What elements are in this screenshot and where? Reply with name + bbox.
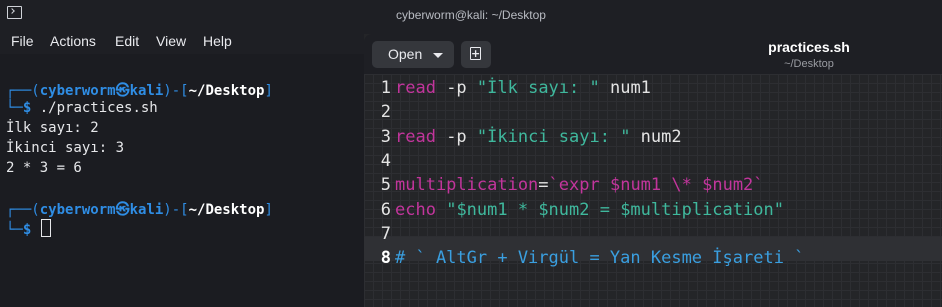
prompt-host: kali (129, 83, 164, 99)
code-token: -p (435, 126, 477, 147)
menu-edit[interactable]: Edit (115, 33, 139, 49)
new-document-button[interactable]: + (461, 41, 491, 68)
prompt-host: kali (129, 202, 164, 218)
prompt-mid: )-[ (163, 202, 189, 218)
menu-help[interactable]: Help (203, 33, 232, 49)
open-button[interactable]: Open (372, 41, 454, 68)
code-token: \* (661, 175, 703, 196)
code-token: multiplication (395, 175, 539, 196)
terminal-pane[interactable]: ┌──(cyberworm㉿kali)-[~/Desktop] └─$ ./pr… (0, 54, 364, 307)
code-token: $num1 (609, 175, 662, 196)
code-editor[interactable]: 1 read -p "İlk sayı: " num1 2 3 read -p "İki… (364, 74, 942, 307)
line-number: 1 (380, 78, 391, 98)
code-token: "İkinci sayı: " (476, 126, 631, 147)
output-line: 2 * 3 = 6 (6, 160, 82, 176)
line-number: 4 (380, 150, 391, 171)
code-token: read (395, 78, 436, 98)
prompt-box-close: ] (264, 202, 273, 218)
code-line: echo "$num1 * $num2 = $multiplication" (395, 200, 784, 220)
output-line: İlk sayı: 2 (6, 120, 99, 136)
editor-header: Open + practices.sh ~/Desktop (364, 34, 942, 74)
prompt-line: ┌──(cyberworm㉿kali)-[~/Desktop] (6, 80, 273, 100)
line-number: 7 (380, 223, 391, 244)
file-path: ~/Desktop (784, 58, 834, 70)
prompt-arrow: └─ (6, 100, 23, 116)
code-token: ` (753, 175, 764, 196)
chevron-down-icon (433, 53, 443, 58)
window-title: cyberworm@kali: ~/Desktop (396, 8, 546, 22)
command-line: └─$ ./practices.sh (6, 100, 158, 116)
prompt-box-open: ┌──( (6, 83, 40, 99)
title-bar: cyberworm@kali: ~/Desktop (0, 0, 942, 30)
menu-actions[interactable]: Actions (50, 33, 96, 49)
text-editor-window: Open + practices.sh ~/Desktop 1 read -p "… (364, 34, 942, 307)
command-text: ./practices.sh (31, 100, 158, 116)
code-line: read -p "İlk sayı: " num1 (395, 78, 651, 98)
line-number: 8 (380, 248, 391, 269)
output-line: İkinci sayı: 3 (6, 140, 125, 156)
code-token: "İlk sayı: " (476, 78, 600, 98)
menu-view[interactable]: View (156, 33, 186, 49)
file-title: practices.sh (768, 39, 850, 55)
code-token: num2 (630, 126, 682, 147)
prompt-dir: ~/Desktop (188, 83, 265, 99)
prompt-dir: ~/Desktop (188, 202, 265, 218)
prompt-user: cyberworm (39, 83, 116, 99)
line-number: 2 (380, 102, 391, 123)
code-token: = (538, 175, 549, 196)
code-token: -p (435, 78, 477, 98)
prompt-user: cyberworm (39, 202, 116, 218)
prompt-dollar: $ (22, 222, 32, 238)
open-button-label: Open (388, 46, 423, 62)
line-number: 3 (380, 126, 391, 147)
prompt-box-open: ┌──( (6, 202, 40, 218)
skull-icon: ㉿ (115, 202, 130, 218)
code-token: num1 (599, 78, 651, 98)
line-number: 5 (380, 175, 391, 196)
code-token: $num2 (702, 175, 754, 196)
line-number: 6 (380, 199, 391, 220)
code-token: `expr (548, 175, 610, 196)
prompt-mid: )-[ (163, 83, 189, 99)
code-token: # ` AltGr + Virgül = Yan Kesme İşareti ` (395, 248, 805, 269)
code-token: read (395, 126, 436, 147)
code-line: # ` AltGr + Virgül = Yan Kesme İşareti ` (395, 248, 804, 268)
code-token: echo (395, 199, 436, 220)
prompt-box-close: ] (264, 83, 273, 99)
skull-icon: ㉿ (115, 83, 130, 99)
code-token: "$num1 * $num2 = $multiplication" (446, 199, 784, 220)
menu-file[interactable]: File (11, 33, 34, 49)
terminal-cursor (40, 219, 51, 237)
prompt-arrow: └─ (6, 222, 23, 238)
prompt-line: ┌──(cyberworm㉿kali)-[~/Desktop] (6, 199, 273, 219)
command-line: └─$ (6, 219, 51, 238)
code-line: read -p "İkinci sayı: " num2 (395, 127, 682, 147)
code-line: multiplication=`expr $num1 \* $num2` (395, 175, 764, 195)
